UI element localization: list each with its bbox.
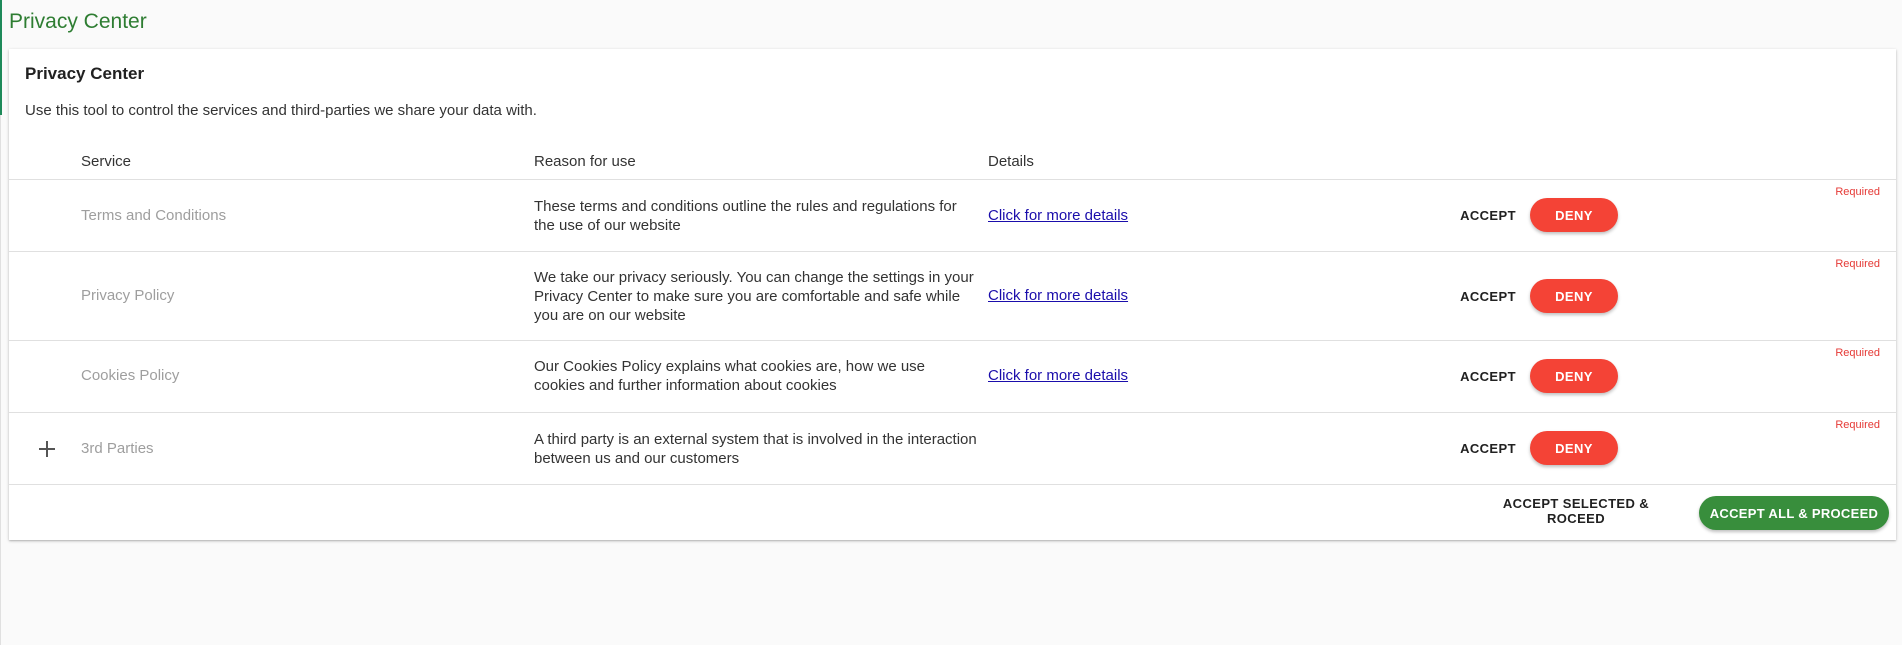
- deny-button[interactable]: DENY: [1530, 279, 1618, 313]
- accept-selected-button[interactable]: ACCEPT SELECTED & ROCEED: [1481, 496, 1671, 526]
- left-divider: [0, 115, 1, 645]
- deny-button[interactable]: DENY: [1530, 359, 1618, 393]
- details-link[interactable]: Click for more details: [988, 287, 1128, 304]
- required-label: Required: [1835, 186, 1880, 198]
- details-link[interactable]: Click for more details: [988, 367, 1128, 384]
- service-name: Cookies Policy: [81, 367, 180, 384]
- table-row: 3rd Parties A third party is an external…: [9, 413, 1896, 485]
- card-footer: ACCEPT SELECTED & ROCEED ACCEPT ALL & PR…: [9, 486, 1896, 540]
- service-name: Terms and Conditions: [81, 207, 227, 224]
- services-table: Service Reason for use Details Terms and…: [9, 139, 1896, 485]
- page-title: Privacy Center: [9, 10, 147, 33]
- deny-button[interactable]: DENY: [1530, 198, 1618, 232]
- accept-button[interactable]: ACCEPT: [1449, 431, 1527, 465]
- service-name: 3rd Parties: [81, 440, 154, 457]
- service-name: Privacy Policy: [81, 287, 175, 304]
- privacy-center-card: Privacy Center Use this tool to control …: [9, 49, 1896, 540]
- service-reason: Our Cookies Policy explains what cookies…: [534, 358, 926, 394]
- accept-button[interactable]: ACCEPT: [1449, 359, 1527, 393]
- table-row: Cookies Policy Our Cookies Policy explai…: [9, 341, 1896, 413]
- required-label: Required: [1835, 258, 1880, 270]
- required-label: Required: [1835, 419, 1880, 431]
- header-service: Service: [81, 153, 132, 170]
- header-reason: Reason for use: [534, 153, 636, 170]
- details-link[interactable]: Click for more details: [988, 207, 1128, 224]
- left-accent-bar: [0, 0, 2, 115]
- card-title: Privacy Center: [25, 64, 145, 83]
- deny-button[interactable]: DENY: [1530, 431, 1618, 465]
- required-label: Required: [1835, 347, 1880, 359]
- accept-button[interactable]: ACCEPT: [1449, 198, 1527, 232]
- service-reason: A third party is an external system that…: [534, 431, 977, 467]
- table-row: Terms and Conditions These terms and con…: [9, 180, 1896, 252]
- table-header: Service Reason for use Details: [9, 139, 1896, 180]
- table-row: Privacy Policy We take our privacy serio…: [9, 252, 1896, 341]
- accept-all-button[interactable]: ACCEPT ALL & PROCEED: [1699, 496, 1889, 530]
- accept-button[interactable]: ACCEPT: [1449, 279, 1527, 313]
- card-subtitle: Use this tool to control the services an…: [25, 102, 537, 119]
- service-reason: These terms and conditions outline the r…: [534, 198, 957, 234]
- service-reason: We take our privacy seriously. You can c…: [534, 269, 974, 324]
- plus-icon[interactable]: [35, 437, 59, 461]
- header-details: Details: [988, 153, 1034, 170]
